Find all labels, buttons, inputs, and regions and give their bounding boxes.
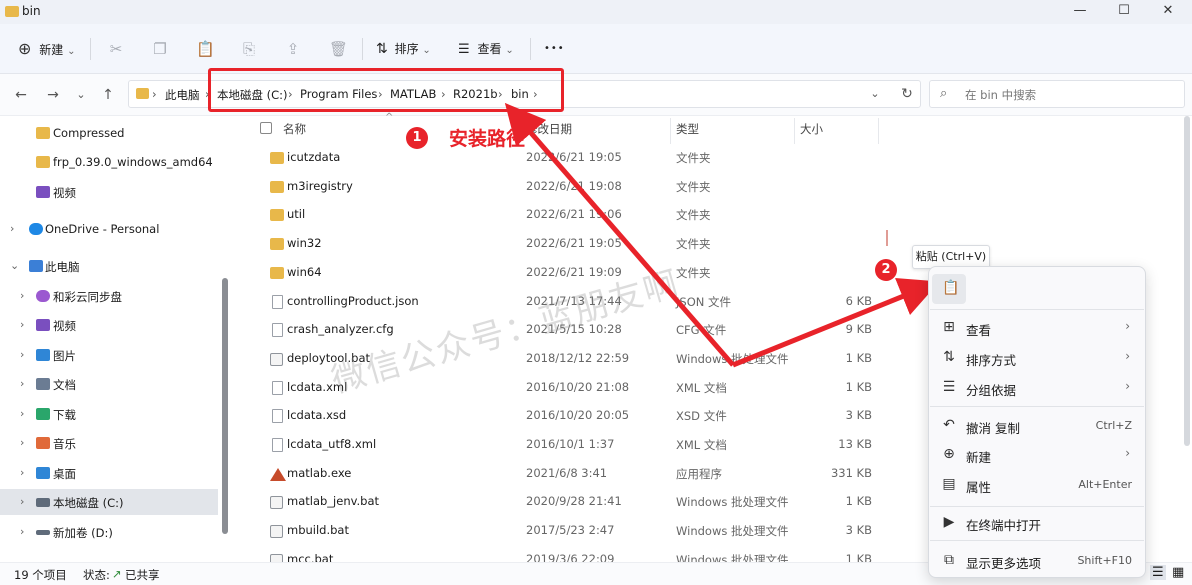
arrow-to-paste	[732, 277, 940, 368]
menu-item-icon: ⊕	[943, 446, 955, 462]
menu-item-icon: ⇅	[943, 349, 955, 365]
menu-item-icon: ▤	[942, 476, 956, 492]
chevron-right-icon: ›	[1125, 446, 1130, 460]
menu-item-label: 撤消 复制	[966, 421, 1020, 436]
menu-item-shortcut: Alt+Enter	[1078, 478, 1132, 491]
arrow-to-address	[504, 102, 735, 367]
context-menu-item[interactable]: ⧉ 显示更多选项 Shift+F10	[932, 547, 1142, 575]
menu-item-label: 显示更多选项	[966, 556, 1042, 571]
menu-item-icon: ▶	[943, 514, 955, 530]
paste-button[interactable]: 📋	[932, 274, 966, 304]
menu-item-shortcut: Shift+F10	[1077, 554, 1132, 567]
context-menu-item[interactable]: ⇅ 排序方式 ›	[932, 344, 1142, 372]
context-menu-item[interactable]: ▶ 在终端中打开	[932, 509, 1142, 537]
context-menu-item[interactable]: ⊕ 新建 ›	[932, 441, 1142, 469]
menu-divider	[930, 540, 1144, 541]
chevron-right-icon: ›	[1125, 379, 1130, 393]
menu-item-label: 排序方式	[966, 353, 1017, 368]
menu-item-icon: ↶	[943, 417, 955, 433]
chevron-right-icon: ›	[1125, 319, 1130, 333]
context-menu-item[interactable]: ↶ 撤消 复制 Ctrl+Z	[932, 412, 1142, 440]
menu-item-shortcut: Ctrl+Z	[1095, 419, 1132, 432]
menu-divider	[930, 506, 1144, 507]
context-menu-item[interactable]: ▤ 属性 Alt+Enter	[932, 471, 1142, 499]
chevron-right-icon: ›	[1125, 349, 1130, 363]
context-menu-item[interactable]: ☰ 分组依据 ›	[932, 374, 1142, 402]
menu-item-label: 分组依据	[966, 383, 1017, 398]
menu-item-icon: ⧉	[944, 552, 954, 568]
menu-divider	[930, 406, 1144, 407]
context-menu-item[interactable]: ⊞ 查看 ›	[932, 314, 1142, 342]
menu-item-label: 在终端中打开	[966, 518, 1042, 533]
menu-item-label: 属性	[966, 480, 992, 495]
menu-item-icon: ⊞	[943, 319, 955, 335]
menu-item-label: 新建	[966, 450, 992, 465]
paste-icon: 📋	[942, 280, 960, 296]
menu-divider	[930, 309, 1144, 310]
menu-item-label: 查看	[966, 323, 992, 338]
menu-item-icon: ☰	[942, 379, 956, 395]
